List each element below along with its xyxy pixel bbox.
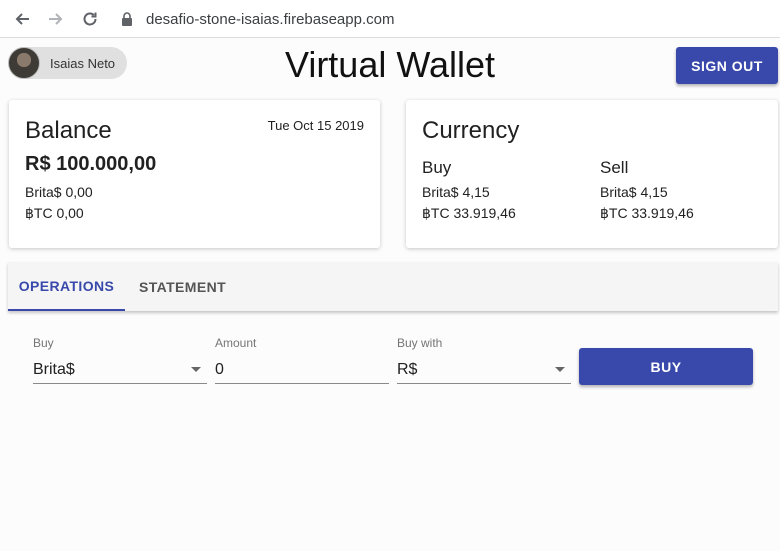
balance-card: Balance Tue Oct 15 2019 R$ 100.000,00 Br… [9,100,380,248]
currency-card: Currency Buy Brita$ 4,15 ฿TC 33.919,46 S… [406,100,778,248]
chevron-down-icon [555,367,565,372]
buy-button[interactable]: BUY [579,348,753,385]
buy-with-value: R$ [397,360,418,378]
buy-select-control[interactable]: Brita$ [33,356,207,384]
buy-currency-select[interactable]: Buy Brita$ [33,336,207,384]
currency-buy-btc: ฿TC 33.919,46 [422,205,516,221]
avatar [8,47,40,79]
tab-statement[interactable]: STATEMENT [125,262,240,311]
reload-icon[interactable] [78,7,102,31]
balance-title: Balance [25,117,112,144]
sign-out-button[interactable]: SIGN OUT [676,47,778,84]
buy-with-select[interactable]: Buy with R$ [397,336,571,384]
balance-amount: R$ 100.000,00 [25,153,157,175]
buy-with-select-control[interactable]: R$ [397,356,571,384]
amount-value: 0 [215,360,224,378]
amount-input[interactable]: 0 [215,356,389,384]
balance-date: Tue Oct 15 2019 [267,118,364,133]
currency-buy-heading: Buy [422,158,452,177]
currency-buy-column: Buy Brita$ 4,15 ฿TC 33.919,46 [422,158,516,224]
currency-sell-brita: Brita$ 4,15 [600,184,668,200]
balance-btc: ฿TC 0,00 [25,205,84,221]
buy-select-value: Brita$ [33,360,75,378]
tab-bar: OPERATIONS STATEMENT [8,262,778,311]
tab-operations[interactable]: OPERATIONS [8,262,125,311]
user-name: Isaias Neto [50,55,116,71]
currency-sell-heading: Sell [600,158,629,177]
buy-label: Buy [33,336,54,350]
user-chip[interactable]: Isaias Neto [8,47,128,79]
browser-toolbar: desafio-stone-isaias.firebaseapp.com [0,0,780,38]
amount-field[interactable]: Amount 0 [215,336,389,384]
amount-label: Amount [215,336,257,350]
lock-icon [120,11,134,27]
chevron-down-icon [191,367,201,372]
buy-with-label: Buy with [397,336,443,350]
forward-arrow-icon[interactable] [44,7,68,31]
balance-brita: Brita$ 0,00 [25,184,93,200]
address-bar[interactable]: desafio-stone-isaias.firebaseapp.com [112,4,772,34]
back-arrow-icon[interactable] [10,7,34,31]
currency-title: Currency [422,117,520,144]
currency-sell-column: Sell Brita$ 4,15 ฿TC 33.919,46 [600,158,694,224]
currency-buy-brita: Brita$ 4,15 [422,184,490,200]
currency-sell-btc: ฿TC 33.919,46 [600,205,694,221]
url-text: desafio-stone-isaias.firebaseapp.com [146,10,395,28]
